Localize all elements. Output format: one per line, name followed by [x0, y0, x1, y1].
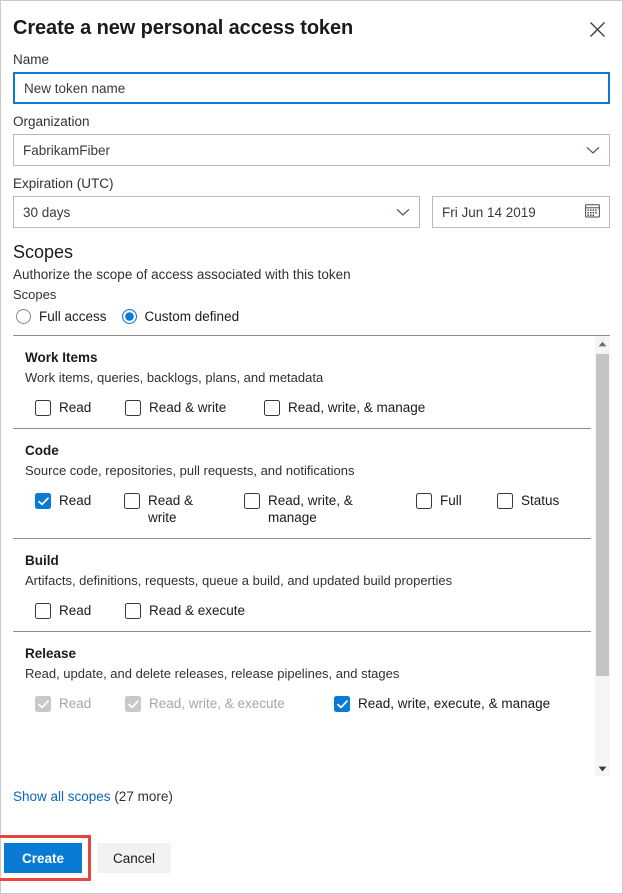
- dialog-header: Create a new personal access token: [1, 1, 622, 42]
- organization-select[interactable]: FabrikamFiber: [13, 134, 610, 166]
- scope-group-code: Code Source code, repositories, pull req…: [13, 429, 591, 539]
- scopes-radio-group-label: Scopes: [13, 287, 57, 302]
- create-pat-dialog: Create a new personal access token Name …: [0, 0, 623, 894]
- show-all-scopes-link[interactable]: Show all scopes: [13, 789, 111, 804]
- checkbox-code-read-write-manage[interactable]: Read, write, & manage: [244, 492, 416, 526]
- checkbox-icon: [244, 493, 260, 509]
- expiration-date-picker[interactable]: Fri Jun 14 2019: [432, 196, 610, 228]
- checkbox-label: Read & write: [149, 400, 227, 415]
- checkbox-checked-disabled-icon: [125, 696, 141, 712]
- scopes-header: Scopes Authorize the scope of access ass…: [1, 241, 622, 324]
- checkbox-label: Read: [59, 493, 92, 508]
- checkbox-release-read-write-execute: Read, write, & execute: [125, 695, 334, 712]
- checkbox-label: Read, write, & manage: [268, 493, 353, 525]
- scrollbar-thumb[interactable]: [596, 354, 609, 676]
- organization-label: Organization: [13, 114, 90, 129]
- scope-options: Read Read & write Read, write, & manage …: [25, 492, 591, 526]
- expiration-date-value: Fri Jun 14 2019: [442, 204, 536, 220]
- name-input[interactable]: New token name: [13, 72, 610, 104]
- close-icon[interactable]: [584, 16, 610, 42]
- create-button[interactable]: Create: [4, 843, 82, 873]
- checkbox-icon: [125, 603, 141, 619]
- expiration-row: 30 days Fri Jun 14 2019: [13, 196, 610, 228]
- form-fields: Name New token name Organization Fabrika…: [1, 51, 622, 228]
- checkbox-checked-icon: [35, 493, 51, 509]
- scope-group-name: Release: [25, 646, 77, 661]
- scroll-down-icon[interactable]: [595, 761, 610, 776]
- checkbox-release-read-write-execute-manage[interactable]: Read, write, execute, & manage: [334, 695, 550, 712]
- cancel-button[interactable]: Cancel: [97, 843, 171, 873]
- scopes-panel: Work Items Work items, queries, backlogs…: [13, 335, 610, 776]
- scroll-up-icon[interactable]: [595, 336, 610, 351]
- expiration-label: Expiration (UTC): [13, 176, 114, 191]
- scope-group-description: Read, update, and delete releases, relea…: [25, 666, 400, 681]
- name-input-value: New token name: [24, 80, 126, 96]
- radio-custom-defined-label: Custom defined: [144, 309, 240, 324]
- scope-options: Read Read & execute: [25, 602, 591, 619]
- organization-select-value: FabrikamFiber: [23, 142, 111, 158]
- checkbox-icon: [497, 493, 513, 509]
- checkbox-code-status[interactable]: Status: [497, 492, 559, 509]
- checkbox-checked-icon: [334, 696, 350, 712]
- scope-group-description: Source code, repositories, pull requests…: [25, 463, 355, 478]
- scopes-description: Authorize the scope of access associated…: [13, 267, 351, 282]
- checkbox-work-items-read-write[interactable]: Read & write: [125, 399, 264, 416]
- checkbox-label: Status: [521, 493, 560, 508]
- radio-full-access-label: Full access: [39, 309, 107, 324]
- checkbox-icon: [416, 493, 432, 509]
- checkbox-build-read-execute[interactable]: Read & execute: [125, 602, 245, 619]
- create-button-highlight: Create: [0, 835, 91, 881]
- scope-group-work-items: Work Items Work items, queries, backlogs…: [13, 336, 591, 429]
- checkbox-icon: [264, 400, 280, 416]
- radio-custom-defined[interactable]: Custom defined: [121, 309, 240, 324]
- checkbox-icon: [124, 493, 140, 509]
- dialog-footer: Create Cancel: [0, 835, 171, 893]
- name-label: Name: [13, 52, 50, 67]
- scope-group-build: Build Artifacts, definitions, requests, …: [13, 539, 591, 632]
- checkbox-icon: [35, 400, 51, 416]
- checkbox-build-read[interactable]: Read: [35, 602, 125, 619]
- scopes-scrollbar[interactable]: [595, 336, 610, 776]
- scope-group-release: Release Read, update, and delete release…: [13, 632, 591, 724]
- checkbox-label: Read & execute: [149, 603, 246, 618]
- show-all-scopes-row: Show all scopes (27 more): [1, 776, 622, 806]
- checkbox-label: Read, write, execute, & manage: [358, 696, 551, 711]
- chevron-down-icon: [586, 146, 600, 155]
- checkbox-release-read: Read: [35, 695, 125, 712]
- checkbox-label: Read & write: [148, 493, 194, 525]
- checkbox-icon: [35, 603, 51, 619]
- expiration-select[interactable]: 30 days: [13, 196, 420, 228]
- page-title: Create a new personal access token: [13, 17, 354, 39]
- checkbox-label: Read: [59, 400, 92, 415]
- scopes-list: Work Items Work items, queries, backlogs…: [13, 336, 595, 776]
- radio-icon: [16, 309, 31, 324]
- checkbox-label: Full: [440, 493, 462, 508]
- chevron-down-icon: [396, 208, 410, 217]
- checkbox-code-read-write[interactable]: Read & write: [124, 492, 244, 526]
- scope-group-name: Build: [25, 553, 59, 568]
- checkbox-checked-disabled-icon: [35, 696, 51, 712]
- scopes-heading: Scopes: [13, 242, 74, 262]
- scope-group-name: Work Items: [25, 350, 98, 365]
- scope-options: Read Read, write, & execute Read, write,…: [25, 695, 591, 712]
- checkbox-work-items-read-write-manage[interactable]: Read, write, & manage: [264, 399, 425, 416]
- checkbox-code-read[interactable]: Read: [35, 492, 124, 509]
- checkbox-label: Read: [59, 696, 92, 711]
- scope-group-name: Code: [25, 443, 59, 458]
- checkbox-code-full[interactable]: Full: [416, 492, 497, 509]
- show-all-scopes-count: (27 more): [110, 789, 173, 804]
- checkbox-work-items-read[interactable]: Read: [35, 399, 125, 416]
- checkbox-label: Read: [59, 603, 92, 618]
- scopes-radio-group: Full access Custom defined: [13, 309, 610, 324]
- expiration-select-value: 30 days: [23, 204, 71, 220]
- calendar-icon: [585, 203, 600, 221]
- radio-selected-icon: [121, 309, 137, 324]
- scope-group-description: Work items, queries, backlogs, plans, an…: [25, 370, 324, 385]
- checkbox-label: Read, write, & manage: [288, 400, 426, 415]
- radio-full-access[interactable]: Full access: [16, 309, 107, 324]
- scope-options: Read Read & write Read, write, & manage: [25, 399, 591, 416]
- checkbox-label: Read, write, & execute: [149, 696, 285, 711]
- scope-group-description: Artifacts, definitions, requests, queue …: [25, 573, 453, 588]
- checkbox-icon: [125, 400, 141, 416]
